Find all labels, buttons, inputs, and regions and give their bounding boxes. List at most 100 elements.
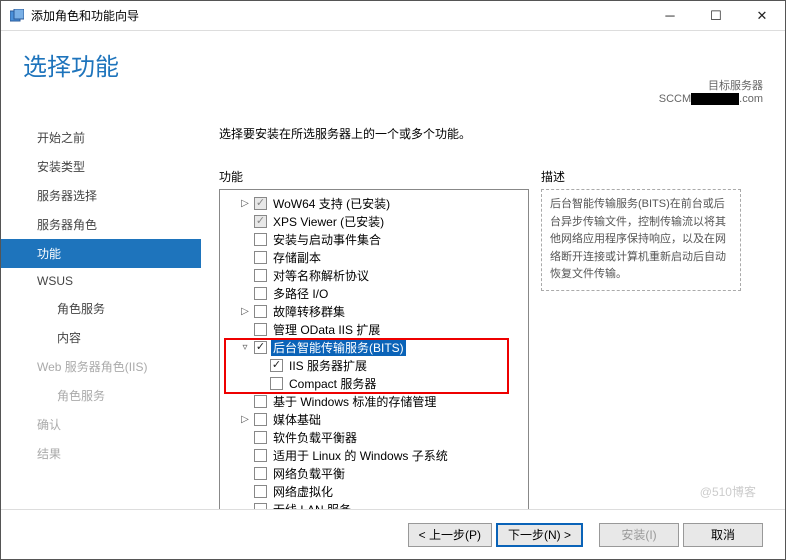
feature-label[interactable]: 后台智能传输服务(BITS) [271,339,406,356]
feature-item-11[interactable]: ▷基于 Windows 标准的存储管理 [222,392,526,410]
feature-label[interactable]: 管理 OData IIS 扩展 [271,321,382,338]
feature-item-9[interactable]: ▷IIS 服务器扩展 [222,356,526,374]
window-title: 添加角色和功能向导 [31,7,647,24]
features-label: 功能 [219,168,529,185]
feature-item-10[interactable]: ▷Compact 服务器 [222,374,526,392]
checkbox [254,215,267,228]
checkbox[interactable] [254,413,267,426]
feature-label[interactable]: 多路径 I/O [271,285,330,302]
feature-item-15[interactable]: ▷网络负载平衡 [222,464,526,482]
sidebar-item-8: Web 服务器角色(IIS) [1,352,201,381]
checkbox[interactable] [254,233,267,246]
feature-item-1[interactable]: ▷XPS Viewer (已安装) [222,212,526,230]
feature-item-8[interactable]: ▿ 后台智能传输服务(BITS) [222,338,526,356]
feature-label[interactable]: Compact 服务器 [287,375,378,392]
main-panel: 选择要安装在所选服务器上的一个或多个功能。 功能 ▷ WoW64 支持 (已安装)… [201,111,763,509]
redacted-text [691,93,739,105]
cancel-button[interactable]: 取消 [683,523,763,547]
previous-button[interactable]: < 上一步(P) [408,523,492,547]
wizard-header: 选择功能 目标服务器 SCCM.com [1,31,785,111]
feature-label[interactable]: 故障转移群集 [271,303,347,320]
checkbox[interactable] [254,341,267,354]
instruction-text: 选择要安装在所选服务器上的一个或多个功能。 [219,125,763,142]
checkbox[interactable] [254,251,267,264]
description-column: 描述 后台智能传输服务(BITS)在前台或后台异步传输文件，控制传输流以将其他网… [541,168,741,509]
feature-label[interactable]: WoW64 支持 (已安装) [271,195,392,212]
expander-icon[interactable]: ▷ [238,306,252,317]
expander-icon[interactable]: ▷ [238,414,252,425]
checkbox[interactable] [254,503,267,510]
sidebar-item-3[interactable]: 服务器角色 [1,210,201,239]
description-text: 后台智能传输服务(BITS)在前台或后台异步传输文件，控制传输流以将其他网络应用… [541,189,741,291]
sidebar-item-10: 确认 [1,410,201,439]
feature-item-14[interactable]: ▷适用于 Linux 的 Windows 子系统 [222,446,526,464]
expander-icon[interactable]: ▿ [238,342,252,353]
wizard-window: 添加角色和功能向导 ─ ☐ ✕ 选择功能 目标服务器 SCCM.com 开始之前… [0,0,786,560]
checkbox[interactable] [254,485,267,498]
sidebar: 开始之前安装类型服务器选择服务器角色功能WSUS角色服务内容Web 服务器角色(… [1,111,201,509]
page-title: 选择功能 [23,47,119,82]
checkbox[interactable] [254,395,267,408]
feature-item-2[interactable]: ▷安装与启动事件集合 [222,230,526,248]
sidebar-item-6[interactable]: 角色服务 [1,294,201,323]
feature-label[interactable]: 网络虚拟化 [271,483,335,500]
two-columns: 功能 ▷WoW64 支持 (已安装)▷XPS Viewer (已安装)▷安装与启… [201,168,763,509]
feature-label[interactable]: 无线 LAN 服务 [271,501,353,510]
checkbox[interactable] [254,323,267,336]
app-icon [9,8,25,24]
feature-label[interactable]: IIS 服务器扩展 [287,357,369,374]
checkbox[interactable] [270,359,283,372]
install-button: 安装(I) [599,523,679,547]
checkbox[interactable] [254,449,267,462]
window-controls: ─ ☐ ✕ [647,1,785,31]
feature-item-3[interactable]: ▷存储副本 [222,248,526,266]
sidebar-item-9: 角色服务 [1,381,201,410]
feature-item-16[interactable]: ▷网络虚拟化 [222,482,526,500]
feature-label[interactable]: 软件负载平衡器 [271,429,359,446]
target-server-info: 目标服务器 SCCM.com [659,77,763,105]
close-button[interactable]: ✕ [739,1,785,31]
target-server-name: SCCM.com [659,93,763,105]
feature-item-7[interactable]: ▷管理 OData IIS 扩展 [222,320,526,338]
checkbox[interactable] [254,431,267,444]
sidebar-item-0[interactable]: 开始之前 [1,123,201,152]
features-tree[interactable]: ▷WoW64 支持 (已安装)▷XPS Viewer (已安装)▷安装与启动事件… [219,189,529,509]
checkbox[interactable] [254,269,267,282]
expander-icon[interactable]: ▷ [238,198,252,209]
feature-label[interactable]: 媒体基础 [271,411,323,428]
titlebar: 添加角色和功能向导 ─ ☐ ✕ [1,1,785,31]
feature-item-4[interactable]: ▷对等名称解析协议 [222,266,526,284]
feature-label[interactable]: XPS Viewer (已安装) [271,213,386,230]
features-column: 功能 ▷WoW64 支持 (已安装)▷XPS Viewer (已安装)▷安装与启… [219,168,529,509]
description-label: 描述 [541,168,741,185]
checkbox[interactable] [270,377,283,390]
sidebar-item-5[interactable]: WSUS [1,268,201,294]
wizard-body: 开始之前安装类型服务器选择服务器角色功能WSUS角色服务内容Web 服务器角色(… [1,111,785,509]
sidebar-item-11: 结果 [1,439,201,468]
target-server-label: 目标服务器 [659,77,763,93]
checkbox [254,197,267,210]
sidebar-item-7[interactable]: 内容 [1,323,201,352]
sidebar-item-4[interactable]: 功能 [1,239,201,268]
sidebar-item-2[interactable]: 服务器选择 [1,181,201,210]
minimize-button[interactable]: ─ [647,1,693,31]
feature-label[interactable]: 网络负载平衡 [271,465,347,482]
next-button[interactable]: 下一步(N) > [496,523,583,547]
feature-label[interactable]: 基于 Windows 标准的存储管理 [271,393,438,410]
feature-label[interactable]: 适用于 Linux 的 Windows 子系统 [271,447,450,464]
feature-label[interactable]: 对等名称解析协议 [271,267,371,284]
feature-item-17[interactable]: ▷无线 LAN 服务 [222,500,526,509]
feature-item-12[interactable]: ▷ 媒体基础 [222,410,526,428]
sidebar-item-1[interactable]: 安装类型 [1,152,201,181]
checkbox[interactable] [254,287,267,300]
feature-label[interactable]: 存储副本 [271,249,323,266]
feature-item-5[interactable]: ▷多路径 I/O [222,284,526,302]
wizard-footer: < 上一步(P) 下一步(N) > 安装(I) 取消 [1,509,785,559]
checkbox[interactable] [254,467,267,480]
feature-item-0[interactable]: ▷ WoW64 支持 (已安装) [222,194,526,212]
maximize-button[interactable]: ☐ [693,1,739,31]
feature-item-6[interactable]: ▷ 故障转移群集 [222,302,526,320]
checkbox[interactable] [254,305,267,318]
feature-item-13[interactable]: ▷软件负载平衡器 [222,428,526,446]
feature-label[interactable]: 安装与启动事件集合 [271,231,383,248]
